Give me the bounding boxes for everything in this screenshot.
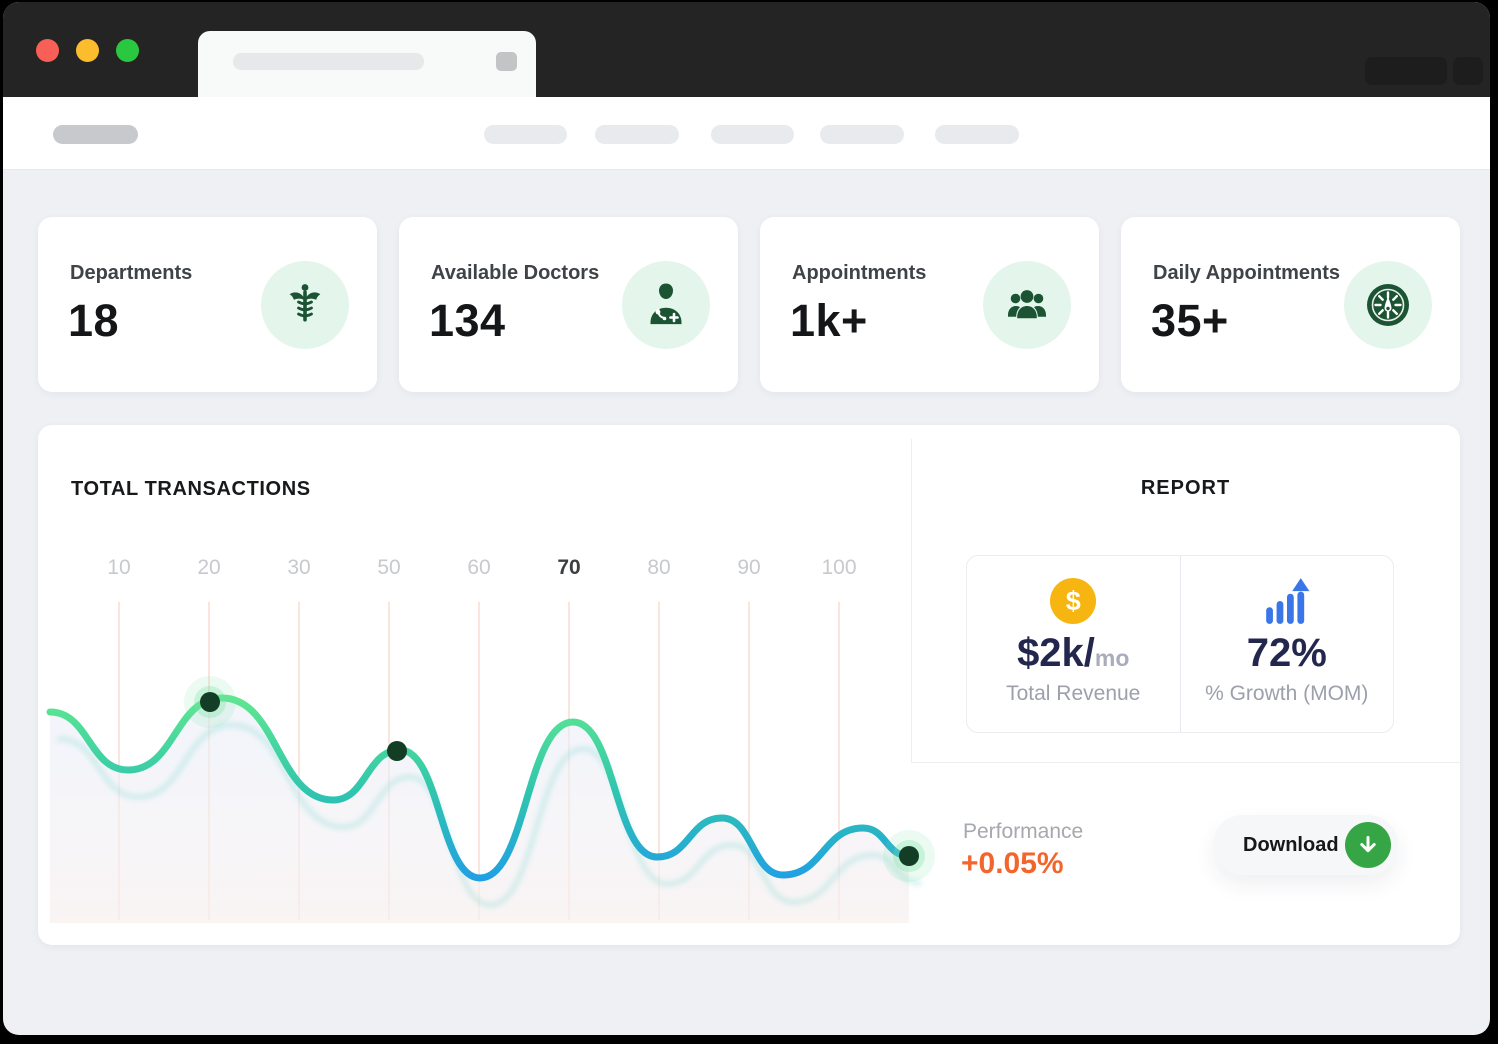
revenue-value: $2k/mo <box>1017 633 1129 673</box>
stat-value: 134 <box>429 295 506 346</box>
chart-title: TOTAL TRANSACTIONS <box>71 478 311 500</box>
nav-item-placeholder-5[interactable] <box>935 125 1019 144</box>
tab-title-placeholder <box>233 53 424 70</box>
growth-value: 72% <box>1246 631 1327 675</box>
dollar-coin-icon: $ <box>1050 578 1097 624</box>
download-button-label: Download <box>1243 833 1339 856</box>
stat-card-daily-appointments: Daily Appointments 35+ <box>1121 217 1460 392</box>
x-tick: 10 <box>107 556 131 579</box>
nav-item-placeholder-1[interactable] <box>484 125 567 144</box>
report-summary-box: $ $2k/mo Total Revenue 72% % Growth (MOM… <box>966 555 1394 733</box>
titlebar-controls-placeholder <box>1365 57 1447 85</box>
panel-horizontal-divider <box>911 762 1460 763</box>
stat-label: Available Doctors <box>431 262 600 284</box>
tab-action-placeholder[interactable] <box>496 52 517 71</box>
stat-card-appointments: Appointments 1k+ <box>760 217 1099 392</box>
growth-bars-icon <box>1262 578 1312 624</box>
performance-value: +0.05% <box>961 847 1064 880</box>
stat-card-departments: Departments 18 <box>38 217 377 392</box>
x-tick: 50 <box>377 556 401 579</box>
download-button[interactable]: Download <box>1213 815 1398 875</box>
maximize-window-button[interactable] <box>116 39 139 62</box>
browser-titlebar <box>3 2 1490 97</box>
data-point-marker[interactable] <box>899 846 919 866</box>
nav-item-placeholder-3[interactable] <box>711 125 794 144</box>
x-tick: 70 <box>557 556 581 579</box>
doctor-icon <box>622 261 710 349</box>
stats-row: Departments 18 Available Doctors 134 App… <box>38 217 1460 392</box>
x-tick: 100 <box>821 556 857 579</box>
revenue-label: Total Revenue <box>1006 682 1141 705</box>
transactions-report-card: TOTAL TRANSACTIONS 10 20 30 50 60 70 80 90 100 <box>38 425 1460 945</box>
stat-value: 1k+ <box>790 295 868 346</box>
data-point-marker[interactable] <box>387 741 407 761</box>
transactions-line-chart <box>46 602 935 923</box>
growth-metric: 72% % Growth (MOM) <box>1181 556 1394 732</box>
titlebar-control-placeholder <box>1453 57 1483 85</box>
gauge-icon <box>1344 261 1432 349</box>
logo-placeholder <box>53 125 138 144</box>
nav-item-placeholder-2[interactable] <box>595 125 679 144</box>
stat-label: Departments <box>70 262 193 284</box>
stat-card-available-doctors: Available Doctors 134 <box>399 217 738 392</box>
nav-item-placeholder-4[interactable] <box>820 125 904 144</box>
navbar <box>3 97 1490 170</box>
data-point-marker[interactable] <box>200 692 220 712</box>
revenue-unit: mo <box>1094 645 1130 671</box>
download-arrow-icon <box>1345 822 1391 868</box>
browser-tab[interactable] <box>198 31 536 97</box>
close-window-button[interactable] <box>36 39 59 62</box>
x-tick: 30 <box>287 556 311 579</box>
report-title: REPORT <box>1140 477 1231 499</box>
stat-label: Daily Appointments <box>1153 262 1341 284</box>
stat-value: 18 <box>68 295 120 346</box>
x-tick: 80 <box>647 556 671 579</box>
caduceus-icon <box>261 261 349 349</box>
x-tick: 60 <box>467 556 491 579</box>
stat-label: Appointments <box>792 262 927 284</box>
x-tick: 20 <box>197 556 221 579</box>
minimize-window-button[interactable] <box>76 39 99 62</box>
growth-label: % Growth (MOM) <box>1205 682 1369 705</box>
revenue-amount: $2k/ <box>1017 631 1095 675</box>
traffic-lights <box>36 39 139 62</box>
x-tick: 90 <box>737 556 761 579</box>
performance-label: Performance <box>963 820 1084 843</box>
people-icon <box>983 261 1071 349</box>
browser-window: Departments 18 Available Doctors 134 App… <box>3 2 1490 1035</box>
stat-value: 35+ <box>1151 295 1229 346</box>
revenue-metric: $ $2k/mo Total Revenue <box>967 556 1181 732</box>
